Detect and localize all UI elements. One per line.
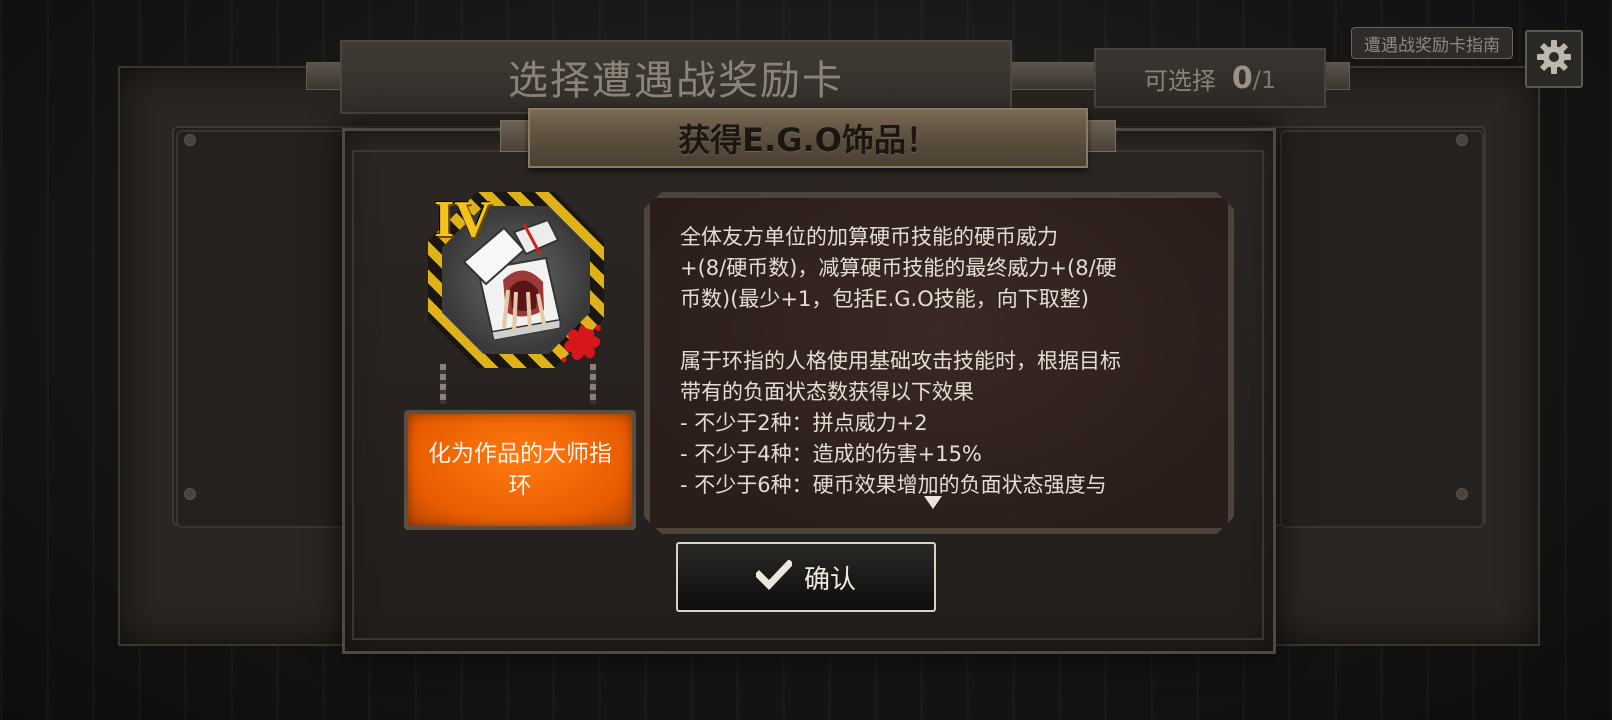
rivet xyxy=(1456,488,1468,500)
description-line: - 不少于2种：拼点威力+2 xyxy=(680,411,928,435)
pipe-decoration xyxy=(1322,62,1350,90)
rivet xyxy=(184,134,196,146)
modal-title: 获得E.G.O饰品！ xyxy=(678,121,938,159)
gear-icon xyxy=(1536,39,1572,79)
confirm-button[interactable]: 确认 xyxy=(676,542,936,612)
header-title-bar: 选择遭遇战奖励卡 xyxy=(340,40,1012,114)
description-line: 全体友方单位的加算硬币技能的硬币威力 xyxy=(680,225,1058,249)
item-description[interactable]: 全体友方单位的加算硬币技能的硬币威力 +(8/硬币数)，减算硬币技能的最终威力+… xyxy=(680,222,1180,496)
description-line: - 不少于6种：硬币效果增加的负面状态强度与 xyxy=(680,473,1107,496)
selected-count-value: 0 xyxy=(1231,60,1253,96)
description-line: - 不少于4种：造成的伤害+15% xyxy=(680,442,982,466)
item-tier-numeral: IV xyxy=(434,191,492,248)
description-line: 带有的负面状态数获得以下效果 xyxy=(680,380,974,404)
selectable-total: /1 xyxy=(1252,65,1277,94)
item-name-plate: 化为作品的大师指环 xyxy=(404,410,636,530)
description-line: 币数)(最少+1，包括E.G.O技能，向下取整) xyxy=(680,287,1089,311)
blood-splat-icon xyxy=(556,318,606,368)
scroll-down-indicator-icon[interactable] xyxy=(924,496,942,509)
pipe-decoration xyxy=(1008,62,1096,90)
item-name: 化为作品的大师指环 xyxy=(428,441,612,499)
selected-count: 0/1 xyxy=(1232,61,1276,96)
description-line: 属于环指的人格使用基础攻击技能时，根据目标 xyxy=(680,349,1121,373)
rivet xyxy=(1456,134,1468,146)
description-line: +(8/硬币数)，减算硬币技能的最终威力+(8/硬 xyxy=(680,256,1117,280)
reward-card-guide-button[interactable]: 遭遇战奖励卡指南 xyxy=(1351,27,1513,59)
chain-decoration xyxy=(440,364,446,404)
rivet xyxy=(184,488,196,500)
pipe-decoration xyxy=(1084,120,1116,152)
checkmark-icon xyxy=(754,559,794,594)
selectable-label: 可选择 xyxy=(1143,66,1216,95)
page-title: 选择遭遇战奖励卡 xyxy=(508,58,844,104)
chain-decoration xyxy=(590,364,596,404)
modal-title-bar: 获得E.G.O饰品！ xyxy=(528,108,1088,168)
reward-card-slot-right xyxy=(1280,130,1484,528)
confirm-label: 确认 xyxy=(803,564,856,595)
settings-button[interactable] xyxy=(1525,30,1583,88)
pipe-decoration xyxy=(306,62,342,90)
selection-counter: 可选择 0/1 xyxy=(1094,48,1326,108)
